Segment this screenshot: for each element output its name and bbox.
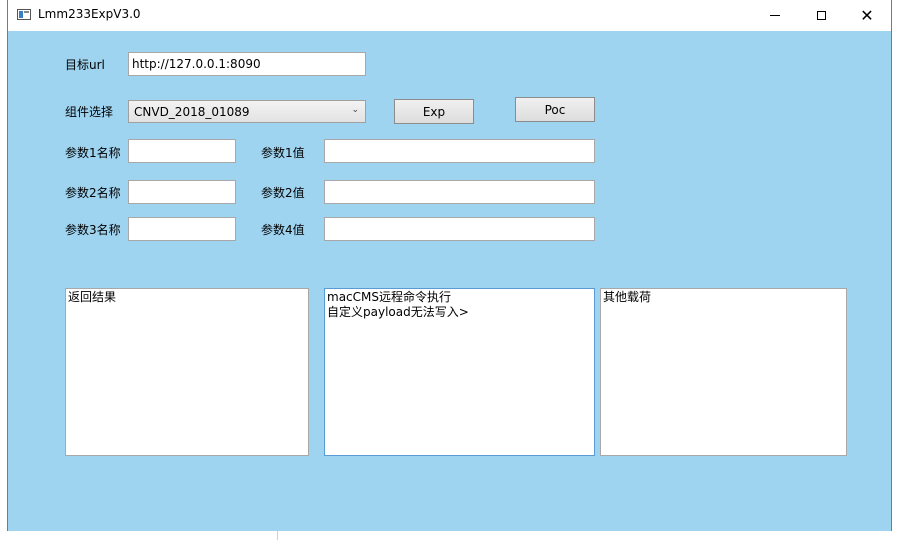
component-label: 组件选择 [65,105,114,119]
desktop-strip [0,531,900,540]
exp-button[interactable]: Exp [394,99,474,124]
client-area: 目标url 组件选择 CNVD_2018_01089 ⌄ Exp Poc 参数1… [8,31,891,531]
param4-value-input[interactable] [324,217,595,241]
info-textarea[interactable]: macCMS远程命令执行 自定义payload无法写入> [324,288,595,456]
maximize-button[interactable] [798,0,844,31]
app-window: Lmm233ExpV3.0 ✕ 目标url 组件选择 CNVD_2018_010… [7,0,892,531]
param1-value-label: 参数1值 [261,146,305,160]
param1-name-label: 参数1名称 [65,146,121,160]
result-textarea[interactable]: 返回结果 [65,288,309,456]
close-button[interactable]: ✕ [844,0,890,31]
minimize-button[interactable] [752,0,798,31]
param3-name-label: 参数3名称 [65,223,121,237]
url-label: 目标url [65,58,105,72]
param4-value-label: 参数4值 [261,223,305,237]
url-input[interactable] [128,52,366,76]
result-line: 返回结果 [68,290,117,304]
param1-name-input[interactable] [128,139,236,163]
component-selected-value: CNVD_2018_01089 [134,105,250,119]
title-bar[interactable]: Lmm233ExpV3.0 ✕ [8,0,891,31]
info-line: 自定义payload无法写入> [327,305,469,319]
desktop-divider [277,531,278,540]
app-icon [17,9,31,20]
other-payload-textarea[interactable]: 其他载荷 [600,288,847,456]
minimize-icon [770,15,780,16]
param1-value-input[interactable] [324,139,595,163]
chevron-down-icon: ⌄ [351,105,359,115]
window-title: Lmm233ExpV3.0 [38,7,141,21]
poc-button[interactable]: Poc [515,97,595,122]
component-select[interactable]: CNVD_2018_01089 ⌄ [128,100,366,123]
maximize-icon [816,11,826,20]
param2-name-input[interactable] [128,180,236,204]
close-icon: ✕ [860,6,874,25]
param2-name-label: 参数2名称 [65,186,121,200]
info-line: macCMS远程命令执行 [327,290,451,304]
param3-name-input[interactable] [128,217,236,241]
param2-value-input[interactable] [324,180,595,204]
param2-value-label: 参数2值 [261,186,305,200]
other-payload-line: 其他载荷 [603,290,652,304]
